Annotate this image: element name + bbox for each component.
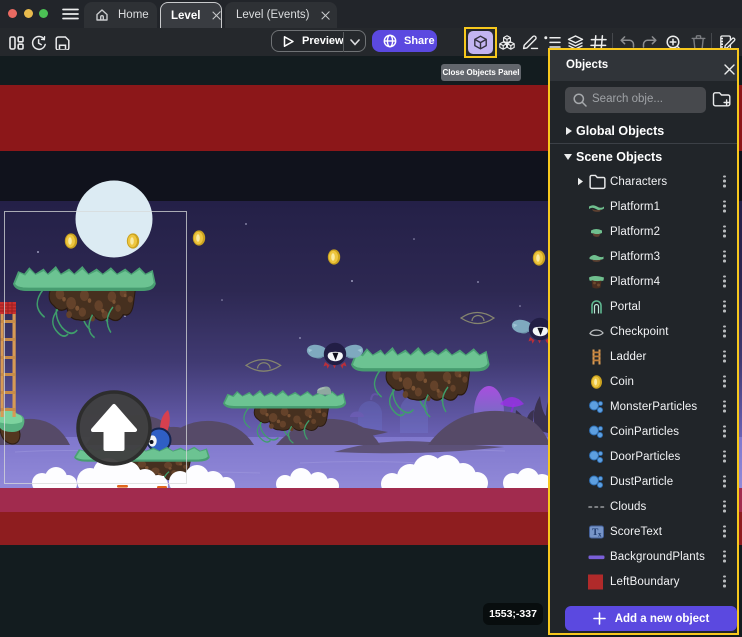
svg-text:x: x (598, 530, 602, 538)
